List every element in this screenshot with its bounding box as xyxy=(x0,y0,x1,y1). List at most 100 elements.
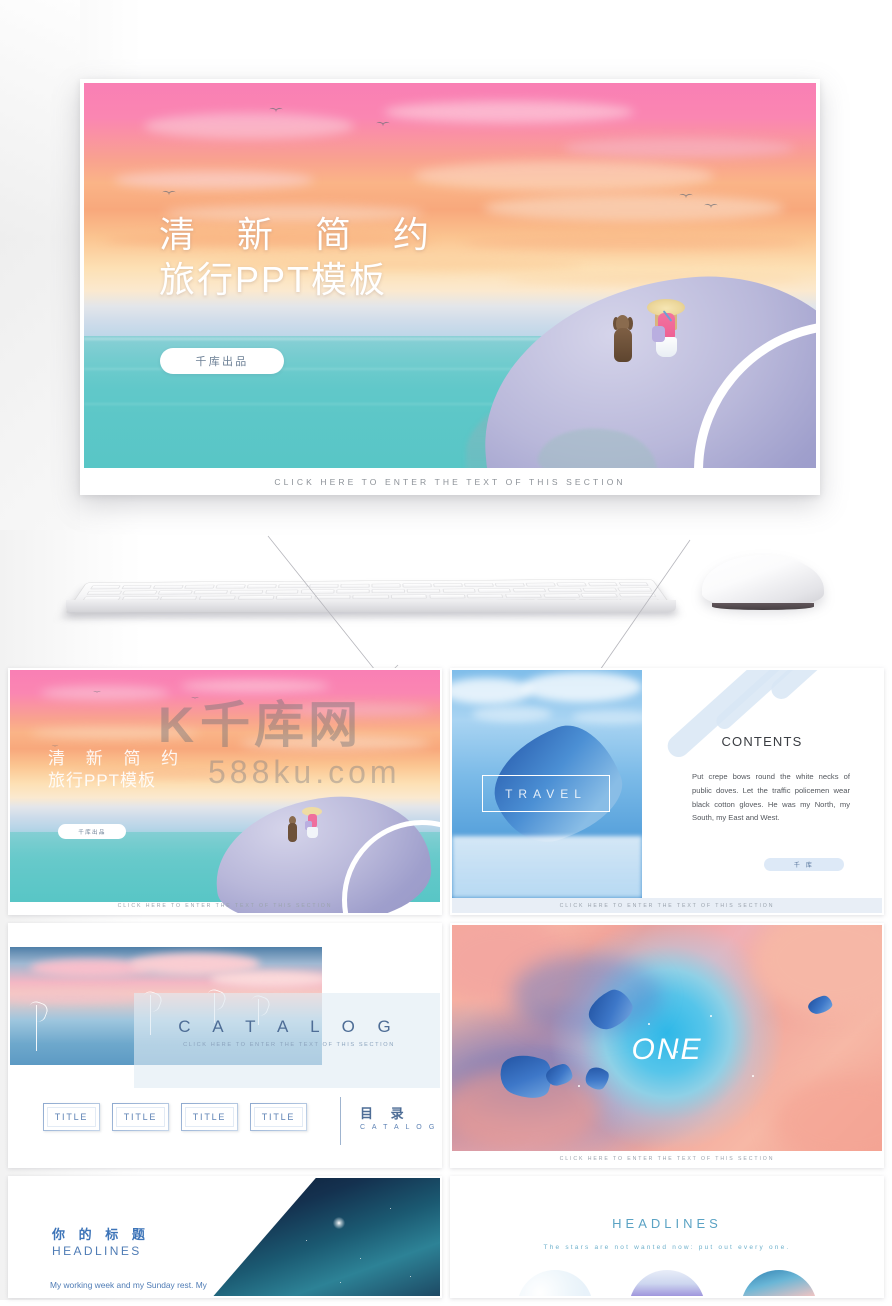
catalog-title-box[interactable]: TITLE xyxy=(250,1103,307,1131)
hero-badge[interactable]: 千库出品 xyxy=(160,348,284,374)
cloud-shape xyxy=(10,991,140,1003)
thumbnail-badge[interactable]: 千库出品 xyxy=(58,824,126,839)
catalog-heading: C A T A L O G xyxy=(178,1017,400,1036)
cloud-shape xyxy=(30,728,200,738)
cloud-shape xyxy=(114,171,314,189)
circle-image xyxy=(629,1270,705,1296)
star-dot xyxy=(306,1240,308,1242)
shoulder-bag xyxy=(652,326,665,342)
girl-illustration xyxy=(647,299,685,361)
dog-illustration xyxy=(287,816,298,842)
thumbnail-caption: CLICK HERE TO ENTER THE TEXT OF THIS SEC… xyxy=(559,1155,775,1162)
thumbnail-title: 清 新 简 约 旅行PPT模板 xyxy=(48,748,186,793)
hero-title: 清 新 简 约 旅行PPT模板 xyxy=(159,213,445,303)
star-dot xyxy=(360,1258,362,1260)
dog-body xyxy=(614,328,632,362)
thumbnail-caption: CLICK HERE TO ENTER THE TEXT OF THIS SEC… xyxy=(452,898,882,913)
vertical-divider xyxy=(340,1097,342,1145)
cloud-shape xyxy=(180,680,330,692)
star-dot xyxy=(410,1276,412,1278)
bird-icon xyxy=(376,119,390,125)
star-dot xyxy=(390,1208,392,1210)
catalog-title-box[interactable]: TITLE xyxy=(43,1103,100,1131)
slide-thumbnail-cover[interactable]: 清 新 简 约 旅行PPT模板 千库出品 CLICK HERE TO ENTER… xyxy=(8,668,442,915)
thumbnail-canvas: HEADLINES The stars are not wanted now: … xyxy=(452,1178,882,1296)
color-blob xyxy=(772,1075,882,1151)
star-dot xyxy=(648,1023,650,1025)
thumbnail-canvas: ONE CLICK HERE TO ENTER THE TEXT OF THIS… xyxy=(452,925,882,1166)
slide-thumbnail-contents[interactable]: TRAVEL CONTENTS Put crepe bows round the… xyxy=(450,668,884,915)
contents-title: CONTENTS xyxy=(721,734,803,749)
thumbnail-canvas: 你 的 标 题 HEADLINES My working week and my… xyxy=(10,1178,440,1296)
cloud-shape xyxy=(522,672,642,702)
bird-icon xyxy=(93,689,101,693)
catalog-title-box[interactable]: TITLE xyxy=(112,1103,169,1131)
circle-image-row xyxy=(452,1270,882,1296)
catalog-title-label: TITLE xyxy=(47,1107,96,1127)
cloud-shape xyxy=(144,113,354,139)
star-dot xyxy=(710,1015,712,1017)
slide-thumbnail-headlines-right[interactable]: HEADLINES The stars are not wanted now: … xyxy=(450,1176,884,1298)
thumbnail-canvas: C A T A L O G CLICK HERE TO ENTER THE TE… xyxy=(10,925,440,1166)
bird-icon xyxy=(162,188,176,194)
thumbnail-title-line2: 旅行PPT模板 xyxy=(48,771,157,791)
catalog-title-label: TITLE xyxy=(116,1107,165,1127)
contents-button[interactable]: 千 库 xyxy=(764,858,844,871)
thumbnail-row: 清 新 简 约 旅行PPT模板 千库出品 CLICK HERE TO ENTER… xyxy=(8,668,884,915)
wind-turbine xyxy=(36,1005,38,1051)
bird-icon xyxy=(704,201,718,207)
catalog-side-label-en: C A T A L O G xyxy=(360,1124,437,1131)
cloud-shape xyxy=(240,736,430,750)
bird-icon xyxy=(52,744,59,747)
section-number: ONE xyxy=(631,1033,703,1066)
cloud-shape xyxy=(472,706,552,722)
bird-icon xyxy=(269,105,283,111)
bird-icon xyxy=(679,191,693,197)
headline-title-cn: 你 的 标 题 xyxy=(52,1227,150,1242)
catalog-subheading: CLICK HERE TO ENTER THE TEXT OF THIS SEC… xyxy=(183,1042,395,1048)
cloud-shape xyxy=(210,971,322,987)
dog-body xyxy=(288,823,297,842)
dog-illustration xyxy=(612,315,634,363)
slide-thumbnail-section-one[interactable]: ONE CLICK HERE TO ENTER THE TEXT OF THIS… xyxy=(450,923,884,1168)
contents-panel: CONTENTS Put crepe bows round the white … xyxy=(642,670,882,898)
whale-photo: TRAVEL xyxy=(452,670,642,898)
hero-slide-frame[interactable]: 清 新 简 约 旅行PPT模板 千库出品 CLICK HERE TO ENTER… xyxy=(80,79,820,495)
thumbnail-title-line1: 清 新 简 约 xyxy=(48,749,187,768)
hero-title-line1: 清 新 简 约 xyxy=(159,214,446,255)
circle-image xyxy=(517,1270,593,1296)
travel-label-box: TRAVEL xyxy=(482,775,610,812)
headline-title: HEADLINES xyxy=(612,1216,722,1231)
catalog-side-label-cn: 目 录 xyxy=(360,1106,411,1121)
girl-illustration xyxy=(302,807,322,839)
thumbnail-row: 你 的 标 题 HEADLINES My working week and my… xyxy=(8,1176,884,1298)
circle-image xyxy=(741,1270,817,1296)
slide-thumbnail-headlines-left[interactable]: 你 的 标 题 HEADLINES My working week and my… xyxy=(8,1176,442,1298)
star-dot xyxy=(578,1085,580,1087)
catalog-title-boxes: TITLE TITLE TITLE TITLE xyxy=(43,1103,307,1131)
catalog-title-label: TITLE xyxy=(254,1107,303,1127)
cloud-shape xyxy=(414,161,714,191)
hero-title-line2: 旅行PPT模板 xyxy=(159,258,388,300)
catalog-title-label: TITLE xyxy=(185,1107,234,1127)
contents-body: Put crepe bows round the white necks of … xyxy=(692,772,850,823)
catalog-title-box[interactable]: TITLE xyxy=(181,1103,238,1131)
cloud-shape xyxy=(464,235,804,250)
slide-thumbnail-catalog[interactable]: C A T A L O G CLICK HERE TO ENTER THE TE… xyxy=(8,923,442,1168)
star-dot xyxy=(340,1282,342,1284)
cloud-shape xyxy=(484,195,784,221)
star-dot xyxy=(752,1075,754,1077)
headline-body: My working week and my Sunday rest. My xyxy=(50,1280,207,1290)
cloud-shape xyxy=(290,704,430,716)
thumbnail-canvas: TRAVEL CONTENTS Put crepe bows round the… xyxy=(452,670,882,913)
star-glow xyxy=(332,1216,346,1230)
hero-slide-canvas: 清 新 简 约 旅行PPT模板 千库出品 xyxy=(84,83,816,468)
thumbnail-row: C A T A L O G CLICK HERE TO ENTER THE TE… xyxy=(8,923,884,1168)
cloud-shape xyxy=(452,678,532,704)
cloud-shape xyxy=(564,138,794,158)
headline-title-en: HEADLINES xyxy=(52,1244,142,1258)
watercolor-background: ONE xyxy=(452,925,882,1151)
girl-skirt xyxy=(307,827,318,838)
thumbnail-caption: CLICK HERE TO ENTER THE TEXT OF THIS SEC… xyxy=(117,902,333,909)
water-splash xyxy=(452,836,642,898)
